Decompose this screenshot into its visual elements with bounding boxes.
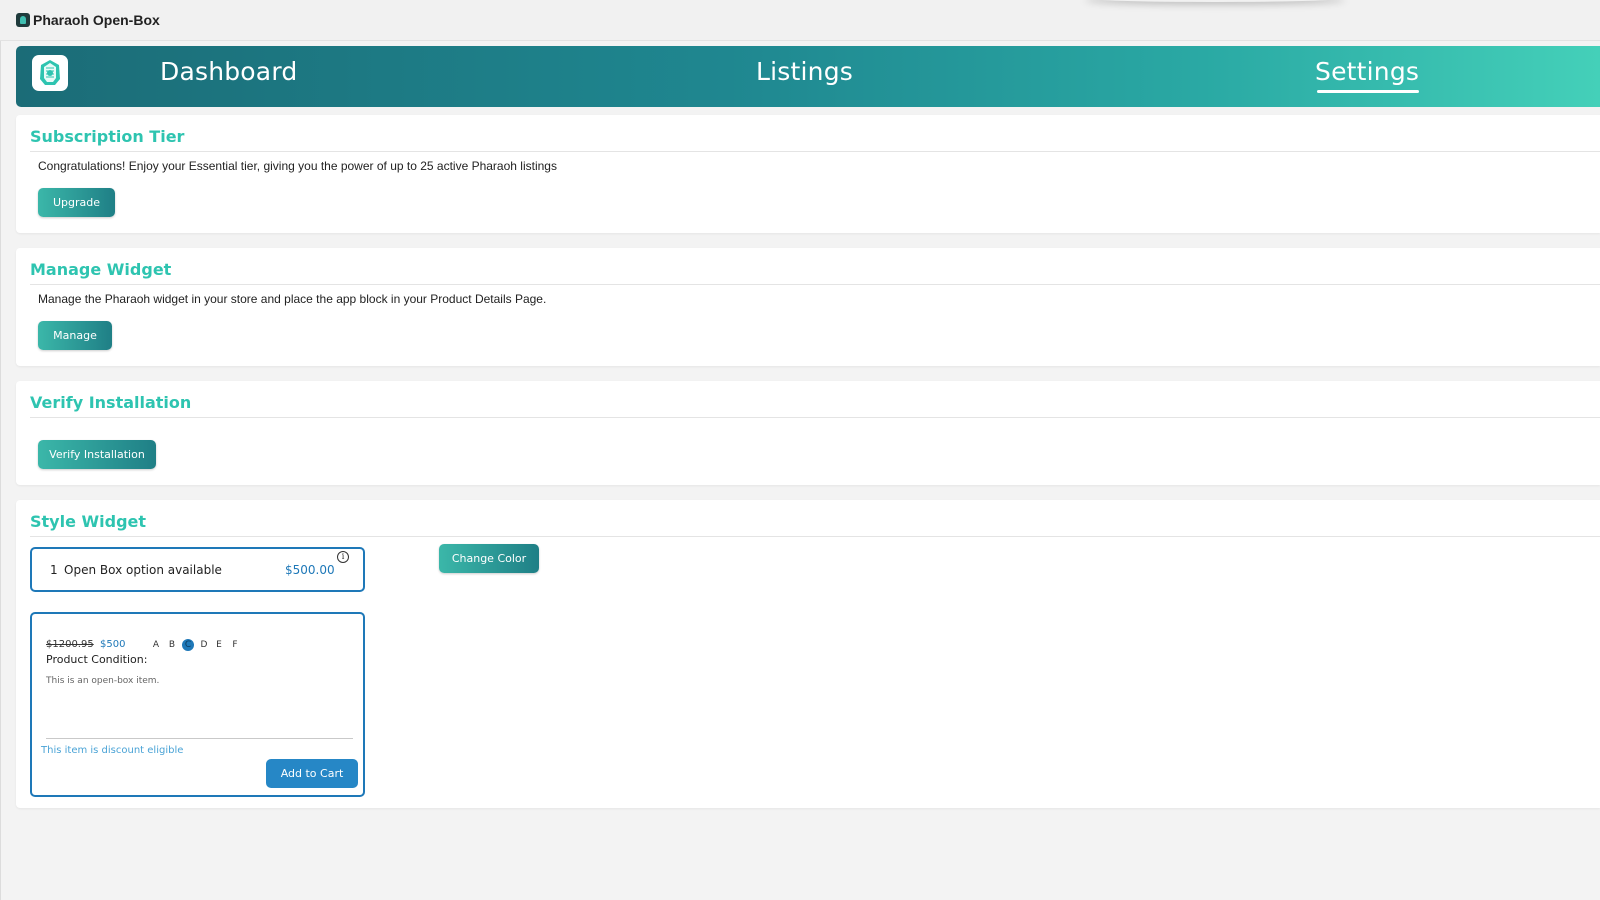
change-color-button[interactable]: Change Color <box>439 544 539 573</box>
manage-widget-text: Manage the Pharaoh widget in your store … <box>38 292 547 306</box>
option-price: $500.00 <box>285 563 335 577</box>
main-navbar: Dashboard Listings Settings <box>16 46 1600 107</box>
open-box-price: $500 <box>100 639 126 650</box>
subscription-tier-title: Subscription Tier <box>30 127 185 146</box>
verify-installation-button[interactable]: Verify Installation <box>38 440 156 469</box>
card-divider <box>30 284 1600 285</box>
original-price: $1200.95 <box>46 639 94 650</box>
card-divider <box>30 151 1600 152</box>
left-divider <box>0 41 1 900</box>
app-logo-icon <box>16 13 30 27</box>
grade-b[interactable]: B <box>166 639 178 651</box>
add-to-cart-button[interactable]: Add to Cart <box>266 759 358 788</box>
grade-c-selected[interactable]: C <box>182 639 194 651</box>
option-label: Open Box option available <box>64 563 222 577</box>
product-condition-description: This is an open-box item. <box>46 676 160 686</box>
app-title: Pharaoh Open-Box <box>33 12 160 28</box>
info-icon[interactable]: i <box>337 551 349 563</box>
window-titlebar: Pharaoh Open-Box <box>0 0 1600 41</box>
nav-listings[interactable]: Listings <box>756 57 853 86</box>
manage-widget-title: Manage Widget <box>30 260 172 279</box>
pharaoh-logo-icon[interactable] <box>32 55 68 91</box>
discount-eligible-text: This item is discount eligible <box>41 745 184 756</box>
subscription-tier-card: Subscription Tier Congratulations! Enjoy… <box>16 115 1600 233</box>
upgrade-button[interactable]: Upgrade <box>38 188 115 217</box>
widget-preview-bar[interactable]: 1 Open Box option available $500.00 i <box>30 547 365 592</box>
grade-e[interactable]: E <box>213 639 225 651</box>
nav-settings[interactable]: Settings <box>1315 57 1420 93</box>
manage-widget-card: Manage Widget Manage the Pharaoh widget … <box>16 248 1600 366</box>
grade-d[interactable]: D <box>198 639 210 651</box>
nav-dashboard[interactable]: Dashboard <box>160 57 297 86</box>
card-divider <box>30 536 1600 537</box>
preview-divider <box>46 738 353 739</box>
product-condition-label: Product Condition: <box>46 653 148 666</box>
option-count: 1 <box>50 563 58 577</box>
grade-f[interactable]: F <box>229 639 241 651</box>
subscription-tier-text: Congratulations! Enjoy your Essential ti… <box>38 159 557 173</box>
style-widget-title: Style Widget <box>30 512 147 531</box>
grade-a[interactable]: A <box>150 639 162 651</box>
verify-installation-card: Verify Installation Verify Installation <box>16 381 1600 485</box>
manage-button[interactable]: Manage <box>38 321 112 350</box>
verify-installation-title: Verify Installation <box>30 393 192 412</box>
widget-preview-card: $1200.95 $500 A B C D E F Product Condit… <box>30 612 365 797</box>
style-widget-card: Style Widget 1 Open Box option available… <box>16 500 1600 808</box>
card-divider <box>30 417 1600 418</box>
